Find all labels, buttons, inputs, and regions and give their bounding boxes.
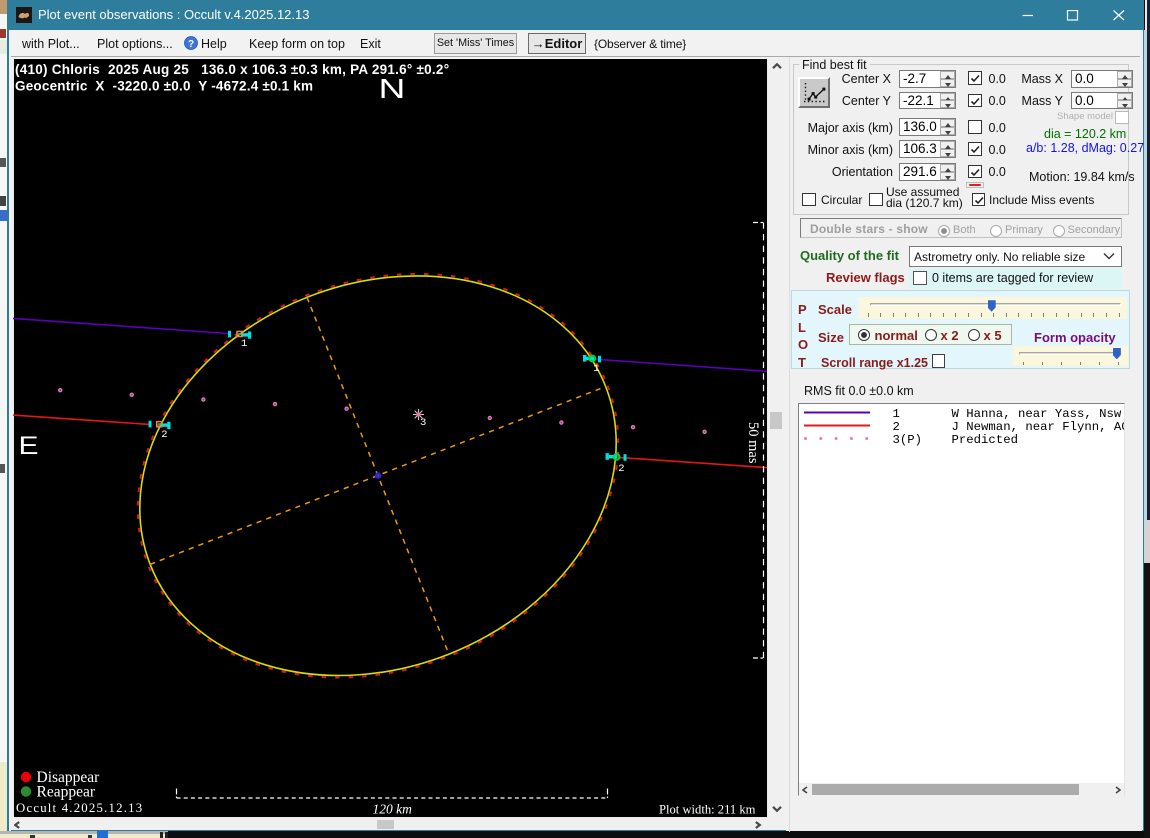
svg-text:1: 1 xyxy=(593,363,599,375)
svg-text:Reappear: Reappear xyxy=(37,784,96,801)
svg-text:N: N xyxy=(379,72,406,103)
svg-text:50 mas: 50 mas xyxy=(745,422,761,464)
svg-text:Geocentric X -3220.0 ±0.0 Y: Geocentric X -3220.0 ±0.0 Y -4672.4 ±0.1… xyxy=(15,79,313,94)
svg-text:1 W Hanna, near Yass, Ns: 1 W Hanna, near Yass, Nsw xyxy=(893,407,1122,421)
svg-text:?: ? xyxy=(188,39,194,50)
svg-text:E: E xyxy=(19,431,39,459)
svg-text:3(P) Predicted: 3(P) Predicted xyxy=(893,433,1018,447)
svg-text:Occult 4.2025.12.13: Occult 4.2025.12.13 xyxy=(16,801,143,815)
svg-text:120 km: 120 km xyxy=(373,802,413,817)
svg-text:Plot width: 211 km: Plot width: 211 km xyxy=(659,803,756,817)
svg-text:3: 3 xyxy=(420,417,426,429)
svg-text:2: 2 xyxy=(161,429,167,441)
svg-text:1: 1 xyxy=(241,338,247,350)
svg-text:2: 2 xyxy=(618,463,624,475)
svg-text:2 J Newman, near Flynn,: 2 J Newman, near Flynn, ACT xyxy=(893,420,1125,434)
